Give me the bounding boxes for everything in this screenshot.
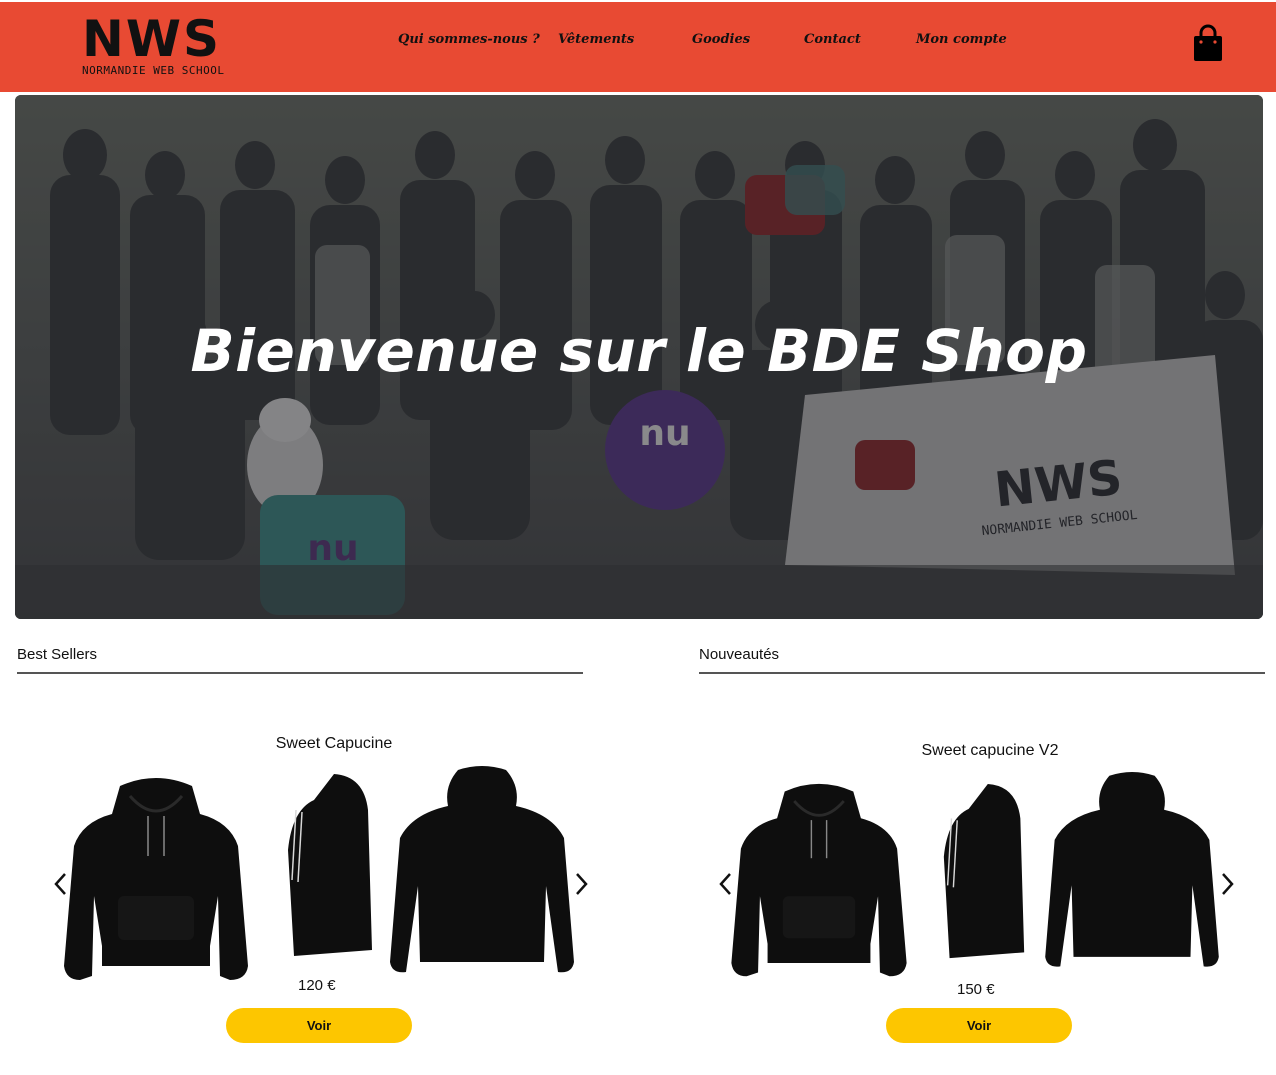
product-name: Sweet capucine V2 [921,742,1059,759]
hero-banner: nu nu NWS NORMANDIE WEB SCHOOL Bienvenue… [15,95,1263,619]
product-price: 150 € [957,981,995,998]
product-image-back[interactable] [1042,772,1222,972]
product-image-side[interactable] [940,776,1028,968]
nws-logo[interactable]: NWS NORMANDIE WEB SCHOOL [82,10,246,82]
site-header: NWS NORMANDIE WEB SCHOOL Qui sommes-nous… [0,0,1276,92]
nav-contact[interactable]: Contact [804,32,861,47]
voir-button[interactable]: Voir [226,1008,412,1043]
product-image-front[interactable] [60,776,252,986]
section-title-best-sellers: Best Sellers [17,646,98,663]
shopping-bag-icon[interactable] [1190,24,1226,64]
product-image-front[interactable] [726,782,912,982]
voir-button[interactable]: Voir [886,1008,1072,1043]
product-price: 120 € [298,977,336,994]
logo-subtitle: NORMANDIE WEB SCHOOL [82,64,225,77]
section-title-nouveautes: Nouveautés [699,646,780,663]
nav-qui-sommes-nous[interactable]: Qui sommes-nous ? [398,32,540,47]
section-divider [17,672,583,674]
product-image-back[interactable] [388,766,576,978]
hero-title: Bienvenue sur le BDE Shop [190,317,1088,385]
section-divider [699,672,1265,674]
nav-goodies[interactable]: Goodies [692,32,750,47]
product-image-side[interactable] [284,770,376,962]
product-name: Sweet Capucine [275,735,393,752]
nav-mon-compte[interactable]: Mon compte [916,32,1007,47]
nav-vetements[interactable]: Vêtements [558,32,634,47]
logo-mark: NWS [82,10,222,68]
